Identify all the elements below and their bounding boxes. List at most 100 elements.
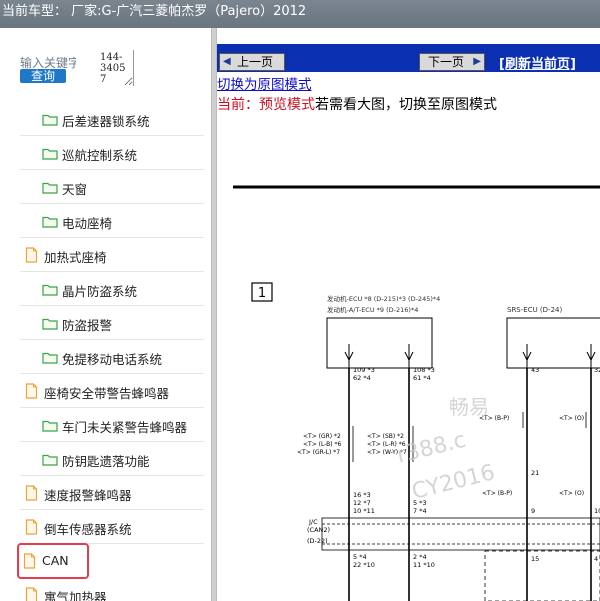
svg-text:<T> (O): <T> (O) [559,490,584,497]
ecu-left-box [326,317,433,369]
jc-label: J/C [308,518,318,526]
svg-text:<T> (SB) *2: <T> (SB) *2 [367,433,404,440]
svg-text:11 *10: 11 *10 [413,561,435,569]
prev-page-button[interactable]: ◀ 上一页 [219,53,285,71]
title-bar-text: 当前车型： 厂家:G-广汽三菱帕杰罗（Pajero）2012 [2,4,307,19]
tree-item-label: 免提移动电话系统 [62,352,163,367]
tree-item[interactable]: 加热式座椅 [20,238,204,272]
document-icon [25,587,38,601]
svg-text:<T> (L-B) *6: <T> (L-B) *6 [303,441,342,448]
ecu-pins [344,344,596,368]
next-page-label: 下一页 [428,55,465,69]
svg-text:32: 32 [594,366,600,374]
next-page-button[interactable]: 下一页 ▶ [419,53,485,71]
ecu-left-label-2: 发动机-A/T-ECU *9 (D-216)*4 [327,305,418,314]
wiring-diagram: 1 发动机-ECU *8 (D-215)*3 (D-245)*4 发动机-A/T… [217,116,600,601]
svg-text:22 *10: 22 *10 [353,561,375,569]
tree-item-label: 速度报警蜂鸣器 [44,488,132,503]
tree-item[interactable]: 免提移动电话系统 [20,340,204,374]
tree-item-label: 巡航控制系统 [62,148,138,163]
d22-label: (D-22) [307,537,328,545]
tree-item-label: 后差速器锁系统 [62,114,150,129]
document-icon [25,485,38,504]
tree-item-label: 晶片防盗系统 [62,284,138,299]
svg-text:CY2016: CY2016 [409,460,497,505]
ecu-right-label: SRS-ECU (D-24) [507,306,562,314]
svg-text:12 *7: 12 *7 [353,499,371,507]
tree-item[interactable]: 巡航控制系统 [20,136,204,170]
prev-page-label: 上一页 [237,55,274,69]
document-icon [23,553,36,572]
svg-text:畅易: 畅易 [449,395,489,419]
tree-item[interactable]: 电动座椅 [20,204,204,238]
search-button[interactable]: 查询 [20,69,66,83]
svg-text:16 *3: 16 *3 [353,491,371,499]
mode-suffix[interactable]: 若需看大图，切换至原图模式 [315,97,497,113]
tree-item-label: 电动座椅 [62,216,113,231]
arrow-left-icon: ◀ [223,56,231,67]
ecu-right-box [506,317,600,369]
category-tree: 后差速器锁系统 巡航控制系统 天窗电动座椅加热式座椅晶片防盗系统 防盗报警免提移动电话… [17,102,204,601]
document-icon [25,519,38,538]
svg-text:43: 43 [531,366,539,374]
tree-item-label: 防盗报警 [62,318,113,333]
svg-text:61 *4: 61 *4 [413,374,431,382]
tree-item[interactable]: 后差速器锁系统 [20,102,204,136]
folder-icon [42,453,58,469]
svg-text:5 *4: 5 *4 [353,553,367,561]
page-number: 1 [258,286,266,301]
dashed-box [484,550,600,601]
svg-text:109 *3: 109 *3 [353,366,375,374]
svg-text:r388.c: r388.c [394,428,468,469]
tree-item-label: 倒车传感器系统 [44,522,132,537]
svg-text:<T> (GR-L) *7: <T> (GR-L) *7 [297,449,340,456]
wiring-diagram-svg: 1 发动机-ECU *8 (D-215)*3 (D-245)*4 发动机-A/T… [233,185,600,601]
refresh-link[interactable]: [刷新当前页] [499,53,576,72]
can2-label: (CAN2) [307,526,330,534]
svg-text:10 *11: 10 *11 [353,507,375,515]
document-icon [25,383,38,402]
svg-text:<T> (GR) *2: <T> (GR) *2 [303,433,341,440]
jc-block [321,517,600,551]
folder-icon [42,147,58,163]
nav-bar: ◀ 上一页 下一页 ▶ [刷新当前页] [217,44,600,72]
folder-icon [42,317,58,333]
switch-original-link[interactable]: 切换为原图模式 [217,73,312,93]
folder-icon [42,419,58,435]
content-pane: ◀ 上一页 下一页 ▶ [刷新当前页] 切换为原图模式 当前：预览模式若需看大图… [217,28,600,601]
tree-item-label: 寓气加热器 [44,590,107,601]
tree-item-label: 座椅安全带警告蜂鸣器 [44,386,170,401]
svg-text:10: 10 [594,507,600,515]
tree-item[interactable]: 倒车传感器系统 [20,510,204,544]
svg-text:4: 4 [594,555,598,563]
tree-item[interactable]: 寓气加热器 [20,578,204,601]
tree-item[interactable]: 座椅安全带警告蜂鸣器 [20,374,204,408]
tree-item-label: CAN [42,553,69,568]
tree-item[interactable]: 防钥匙遗落功能 [20,442,204,476]
tree-item[interactable]: CAN [17,543,89,579]
svg-text:62 *4: 62 *4 [353,374,371,382]
folder-icon [42,351,58,367]
tree-item-label: 天窗 [62,182,88,197]
tree-item[interactable]: 天窗 [20,170,204,204]
folder-icon [42,215,58,231]
svg-text:7 *4: 7 *4 [413,507,427,515]
tree-item[interactable]: 防盗报警 [20,306,204,340]
tree-item[interactable]: 车门未关紧警告蜂鸣器 [20,408,204,442]
tree-item-label: 车门未关紧警告蜂鸣器 [62,420,188,435]
svg-text:9: 9 [531,507,535,515]
folder-icon [42,181,58,197]
svg-text:15: 15 [531,555,539,563]
svg-text:<T> (B-P): <T> (B-P) [482,490,512,497]
sidebar: 输入关键字 查询 后差速器锁系统巡航控制系统天窗电动座椅加热式座椅晶片防盗系统防… [0,28,211,601]
search-input[interactable] [98,50,134,86]
document-icon [25,247,38,266]
ecu-left-label-1: 发动机-ECU *8 (D-215)*3 (D-245)*4 [327,294,440,303]
arrow-right-icon: ▶ [473,56,481,67]
tree-item[interactable]: 速度报警蜂鸣器 [20,476,204,510]
folder-icon [42,283,58,299]
tree-item[interactable]: 晶片防盗系统 [20,272,204,306]
svg-text:<T> (O): <T> (O) [559,415,584,422]
title-bar: 当前车型： 厂家:G-广汽三菱帕杰罗（Pajero）2012 [0,0,600,28]
svg-text:2 *4: 2 *4 [413,553,427,561]
